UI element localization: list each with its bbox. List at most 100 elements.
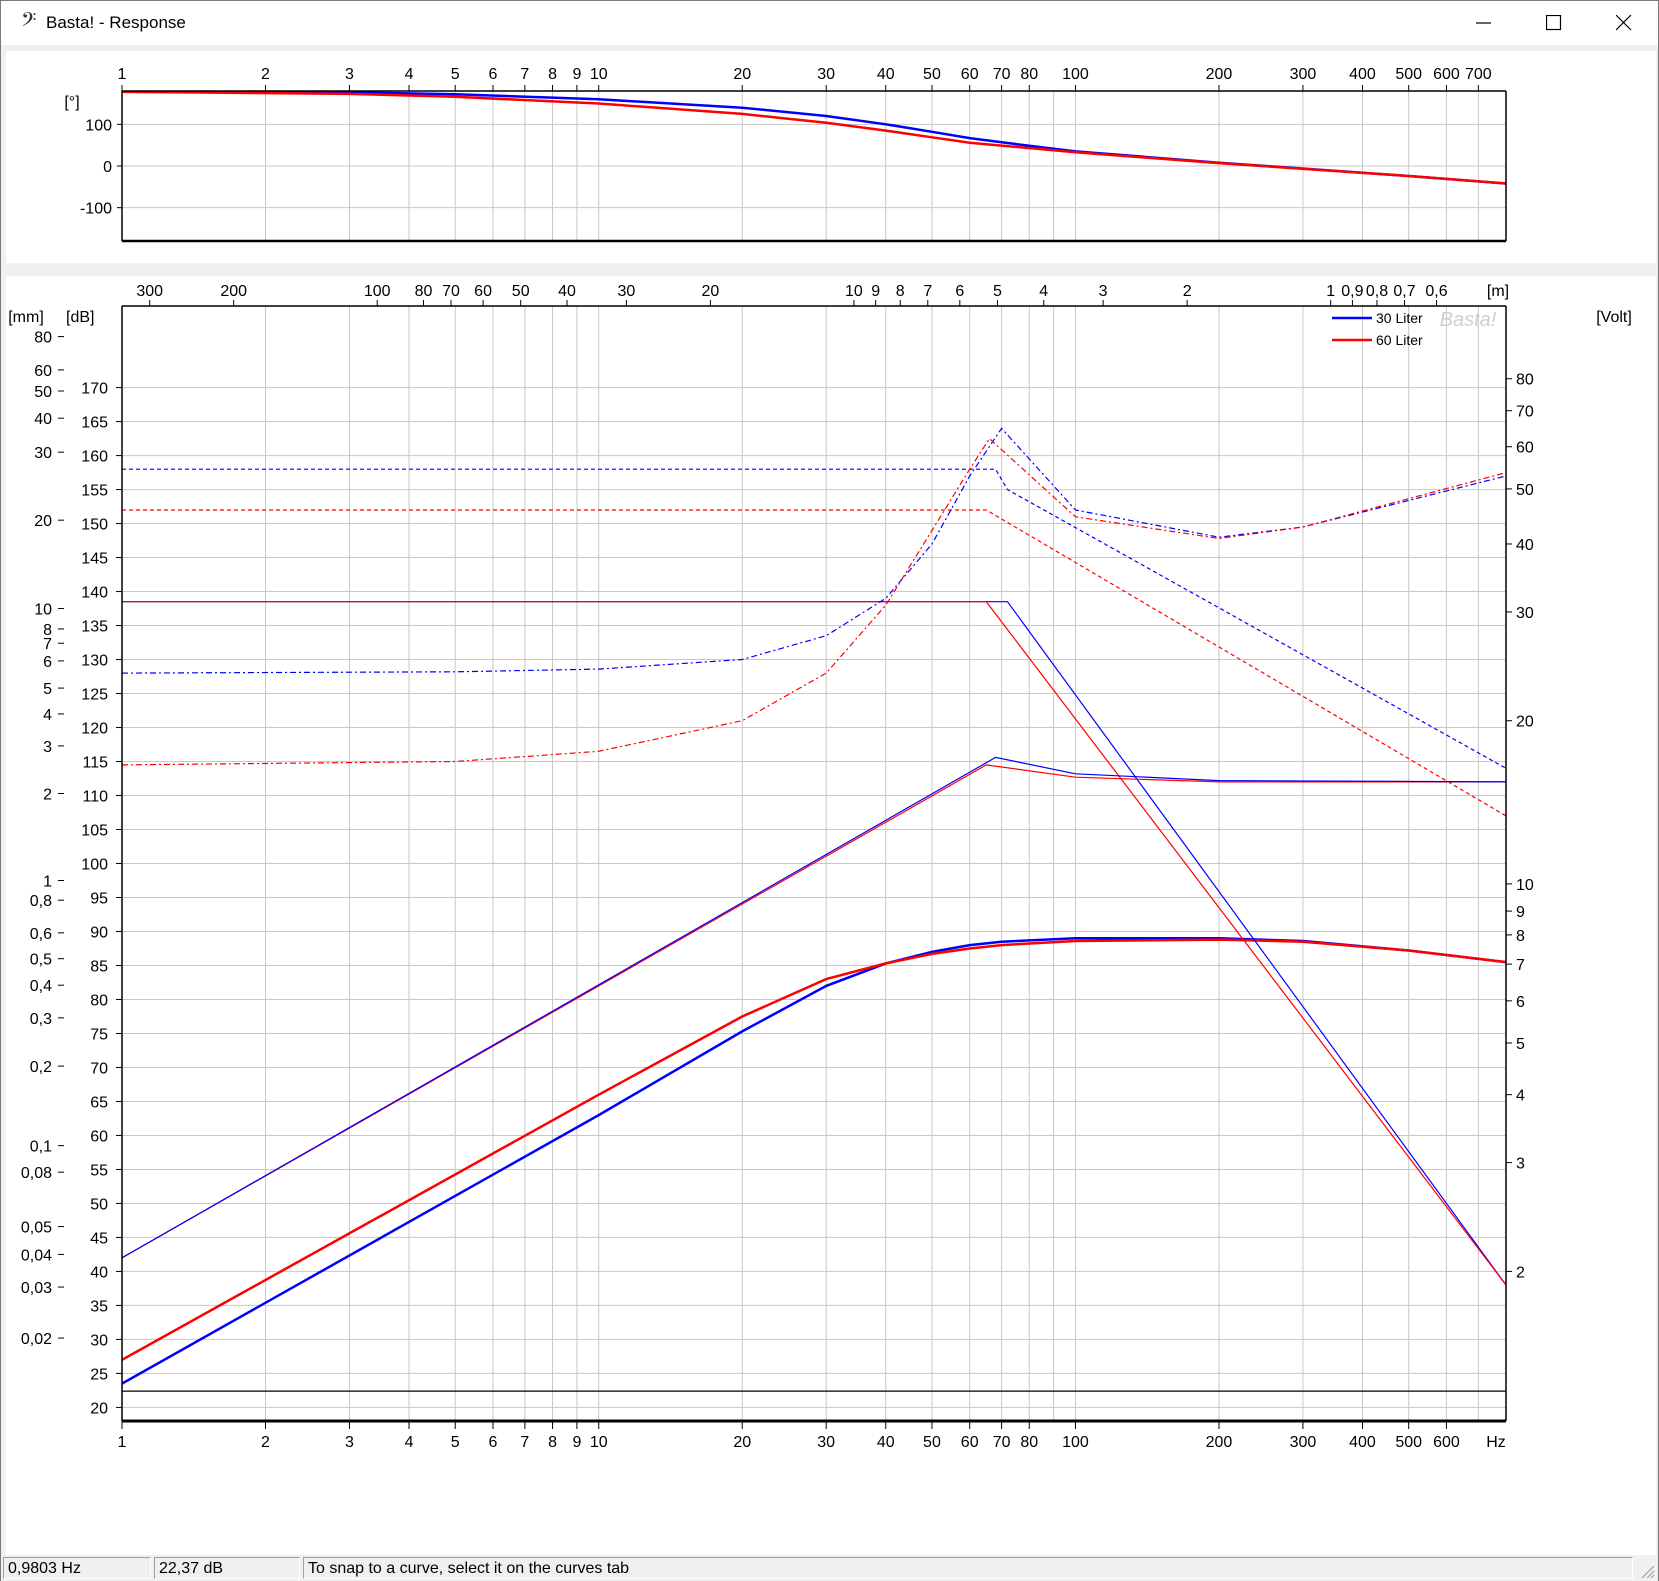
- freq-tick-label: 300: [1290, 1434, 1317, 1451]
- db-tick-label: 25: [90, 1366, 108, 1383]
- freq-tick-label: 50: [923, 1434, 941, 1451]
- mm-tick-label: 40: [34, 411, 52, 428]
- freq-tick-label: 200: [1206, 1434, 1233, 1451]
- mm-axis-unit: [mm]: [8, 309, 44, 326]
- close-button[interactable]: [1589, 1, 1659, 45]
- wavelength-tick-label: 70: [442, 283, 460, 300]
- title-bar[interactable]: 𝄢 Basta! - Response: [1, 1, 1658, 45]
- window-title: Basta! - Response: [46, 13, 186, 32]
- volt-tick-label: 20: [1516, 714, 1534, 731]
- response-chart[interactable]: Basta!30 Liter60 Liter1 2 3 4 5 6 7 8 9 10 20 30 40 5…: [6, 276, 1656, 1556]
- maximize-icon: [1546, 15, 1562, 31]
- response-series-6-line: [122, 468, 1507, 769]
- wavelength-tick-label: 300: [136, 283, 163, 300]
- freq-tick-label: 10: [590, 1434, 608, 1451]
- wavelength-tick-label: 100: [364, 283, 391, 300]
- wavelength-tick-label: 1: [1326, 283, 1335, 300]
- wavelength-tick-label: 0,7: [1393, 283, 1415, 300]
- mm-tick-label: 0,1: [30, 1139, 52, 1156]
- status-bar: 0,9803 Hz 22,37 dB To snap to a curve, s…: [1, 1555, 1658, 1581]
- response-series-2-line: [122, 601, 1507, 1286]
- phase-x-tick-label: 7: [520, 66, 529, 83]
- wavelength-tick-label: 4: [1039, 283, 1048, 300]
- mm-tick-label: 0,05: [21, 1220, 52, 1237]
- phase-chart[interactable]: 1 2 3 4 5 6 7 8 9 10 20 30 40 50 60 70 80 100 200 300 400 500…: [6, 51, 1656, 263]
- wavelength-tick-label: 8: [896, 283, 905, 300]
- freq-tick-label: 3: [345, 1434, 354, 1451]
- phase-x-tick-label: 700: [1465, 66, 1492, 83]
- volt-tick-label: 60: [1516, 440, 1534, 457]
- mm-tick-label: 0,02: [21, 1331, 52, 1348]
- wavelength-tick-label: 9: [871, 283, 880, 300]
- wavelength-tick-label: 200: [220, 283, 247, 300]
- volt-tick-label: 2: [1516, 1264, 1525, 1281]
- response-chart-panel[interactable]: Basta! 30 Liter 60 Liter 1 2 3 4 5 6 7 8 9 10 20 30 40 5…: [6, 276, 1656, 1556]
- wavelength-tick-label: 10: [845, 283, 863, 300]
- mm-tick-label: 0,08: [21, 1165, 52, 1182]
- db-tick-label: 130: [81, 653, 108, 670]
- db-tick-label: 120: [81, 721, 108, 738]
- volt-tick-label: 6: [1516, 994, 1525, 1011]
- mm-tick-label: 0,3: [30, 1011, 52, 1028]
- db-tick-label: 45: [90, 1230, 108, 1247]
- wavelength-tick-label: 0,9: [1341, 283, 1363, 300]
- volt-tick-label: 3: [1516, 1156, 1525, 1173]
- db-tick-label: 70: [90, 1060, 108, 1077]
- db-tick-label: 95: [90, 890, 108, 907]
- db-tick-label: 80: [90, 992, 108, 1009]
- db-tick-label: 30: [90, 1332, 108, 1349]
- wavelength-tick-label: 80: [415, 283, 433, 300]
- db-tick-label: 110: [82, 789, 108, 806]
- status-hint: To snap to a curve, select it on the cur…: [303, 1557, 1633, 1579]
- phase-x-tick-label: 60: [961, 66, 979, 83]
- minimize-button[interactable]: [1449, 1, 1519, 45]
- phase-x-tick-label: 50: [923, 66, 941, 83]
- freq-tick-label: 60: [961, 1434, 979, 1451]
- phase-x-tick-label: 4: [405, 66, 414, 83]
- phase-y-axis-unit: [°]: [64, 94, 79, 111]
- phase-x-tick-label: 30: [817, 66, 835, 83]
- mm-tick-label: 50: [34, 384, 52, 401]
- wavelength-tick-label: 0,6: [1425, 283, 1447, 300]
- phase-x-tick-label: 300: [1290, 66, 1317, 83]
- db-tick-label: 60: [90, 1128, 108, 1145]
- freq-tick-label: 9: [572, 1434, 581, 1451]
- db-tick-label: 135: [81, 619, 108, 636]
- freq-tick-label: 5: [451, 1434, 460, 1451]
- db-axis-unit: [dB]: [66, 309, 94, 326]
- response-series-0-line: [121, 937, 1507, 1385]
- db-tick-label: 155: [81, 483, 108, 500]
- resize-grip-icon[interactable]: [1639, 1563, 1655, 1579]
- volt-tick-label: 50: [1516, 482, 1534, 499]
- wavelength-tick-label: 20: [702, 283, 720, 300]
- response-series-7-line: [122, 509, 1507, 817]
- phase-x-tick-label: 3: [345, 66, 354, 83]
- maximize-button[interactable]: [1519, 1, 1589, 45]
- phase-x-tick-label: 400: [1349, 66, 1376, 83]
- minimize-icon: [1476, 22, 1491, 24]
- db-tick-label: 165: [81, 415, 108, 432]
- volt-tick-label: 9: [1516, 904, 1525, 921]
- freq-tick-label: 30: [817, 1434, 835, 1451]
- freq-tick-label: 1: [118, 1434, 127, 1451]
- wavelength-axis-unit: [m]: [1487, 283, 1509, 300]
- volt-tick-label: 8: [1516, 928, 1525, 945]
- phase-chart-panel[interactable]: 1 2 3 4 5 6 7 8 9 10 20 30 40 50 60 70 80 100 200 300 400 500…: [6, 51, 1656, 263]
- volt-axis-unit: [Volt]: [1596, 309, 1632, 326]
- phase-x-tick-label: 20: [733, 66, 751, 83]
- db-tick-label: 75: [90, 1026, 108, 1043]
- phase-x-tick-label: 9: [572, 66, 581, 83]
- freq-tick-label: 20: [733, 1434, 751, 1451]
- freq-tick-label: 100: [1062, 1434, 1089, 1451]
- mm-tick-label: 7: [43, 636, 52, 653]
- wavelength-tick-label: 3: [1099, 283, 1108, 300]
- freq-tick-label: 2: [261, 1434, 270, 1451]
- freq-tick-label: 70: [993, 1434, 1011, 1451]
- mm-tick-label: 30: [34, 445, 52, 462]
- phase-x-tick-label: 1: [118, 66, 127, 83]
- db-tick-label: 35: [90, 1298, 108, 1315]
- volt-tick-label: 70: [1516, 404, 1534, 421]
- db-tick-label: 140: [81, 585, 108, 602]
- freq-tick-label: 8: [548, 1434, 557, 1451]
- wavelength-tick-label: 0,8: [1366, 283, 1388, 300]
